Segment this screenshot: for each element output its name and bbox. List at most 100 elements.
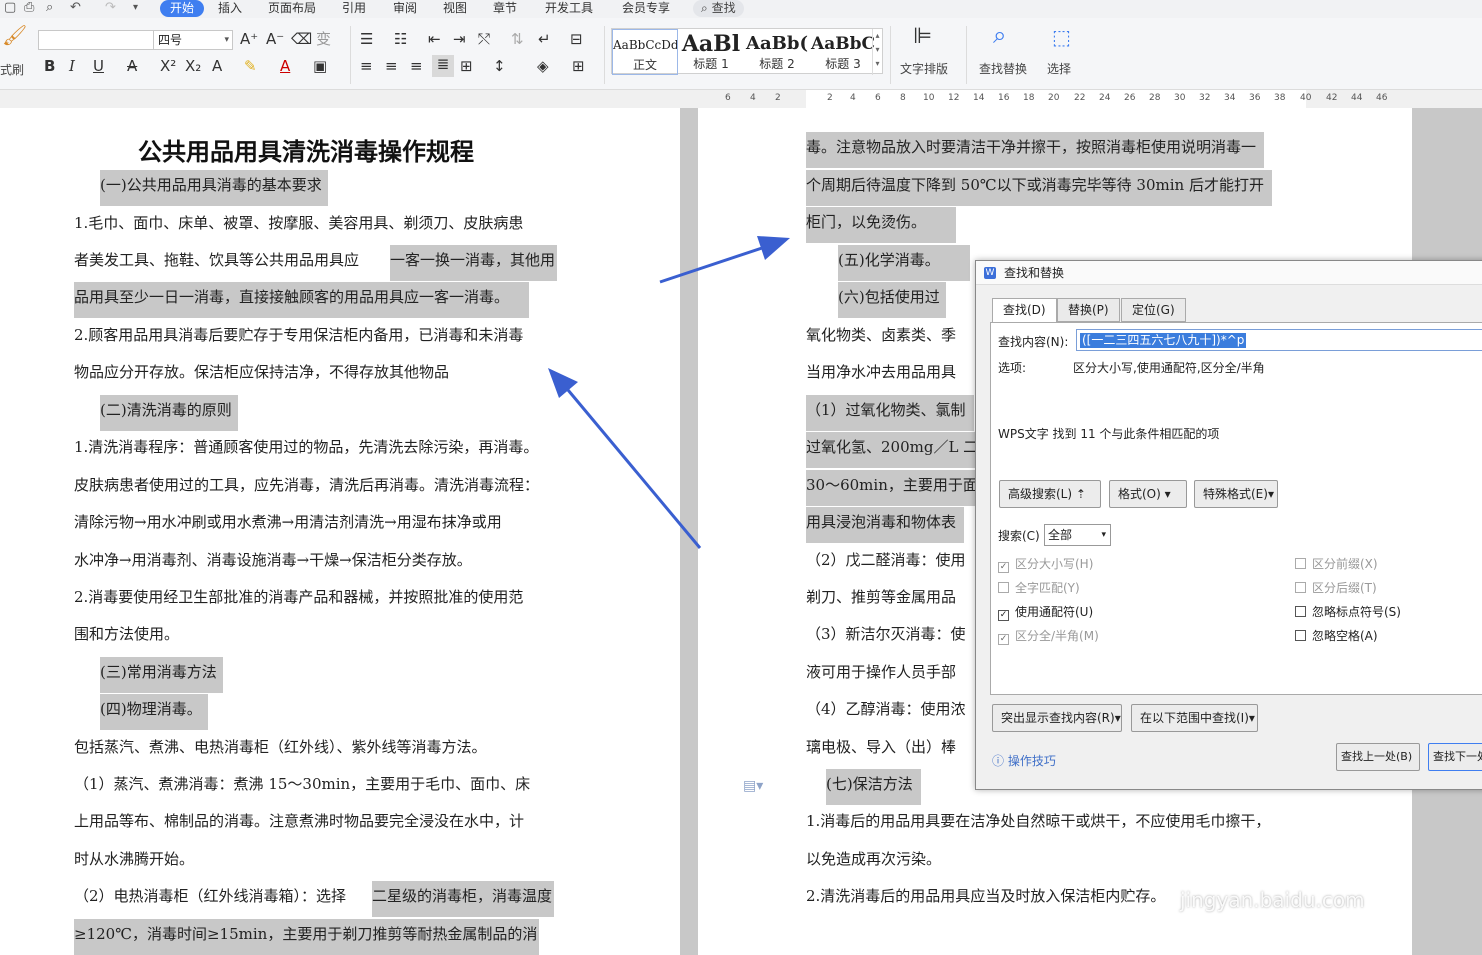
shrink-font-icon[interactable]: A⁻ <box>266 30 284 48</box>
sort-icon[interactable]: ⇅ <box>511 30 524 48</box>
paragraph-line: 剃刀、推剪等金属用品 <box>806 588 957 606</box>
style-normal[interactable]: AaBbCcDd 正文 <box>612 29 678 75</box>
tab-find[interactable]: 查找(D) <box>992 298 1057 323</box>
match-suffix-checkbox[interactable]: 区分后缀(T) <box>1295 581 1377 595</box>
align-right-icon[interactable]: ≡ <box>410 57 423 75</box>
redo-icon[interactable]: ↷ <box>105 0 116 16</box>
ruler-tick: 14 <box>973 93 985 103</box>
search-scope-select[interactable]: 全部 ▾ <box>1044 524 1111 546</box>
find-replace-icon[interactable]: ⌕ <box>993 23 1006 47</box>
style-label: 标题 1 <box>693 57 729 71</box>
shading-icon[interactable]: ◈ <box>537 57 549 75</box>
format-painter-label[interactable]: 式刷 <box>0 61 24 78</box>
quick-access-dropdown-icon[interactable]: ▾ <box>133 0 138 16</box>
document-page-left[interactable]: 公共用品用具清洗消毒操作规程 (一)公共用品用具消毒的基本要求 1.毛巾、面巾、… <box>0 108 680 955</box>
line-spacing-icon[interactable]: ↕ <box>493 57 506 75</box>
paragraph-line: 1.毛巾、面巾、床单、被罩、按摩服、美容用具、剃须刀、皮肤病患 <box>74 214 524 232</box>
style-gallery-scroll[interactable]: ▴ ▾ ▾ <box>872 29 882 75</box>
find-replace-label[interactable]: 查找替换 <box>979 60 1027 77</box>
italic-icon[interactable]: I <box>69 57 75 75</box>
tab-home[interactable]: 开始 <box>160 0 205 17</box>
align-center-icon[interactable]: ≡ <box>385 57 398 75</box>
tab-replace[interactable]: 替换(P) <box>1057 298 1120 322</box>
special-format-button[interactable]: 特殊格式(E)▾ <box>1194 480 1278 508</box>
bullets-icon[interactable]: ☰ <box>360 30 373 48</box>
highlight-results-button[interactable]: 突出显示查找内容(R)▾ <box>992 704 1122 732</box>
distributed-icon[interactable]: ⊞ <box>460 57 473 75</box>
format-button[interactable]: 格式(O) ▾ <box>1109 480 1187 508</box>
ruler-tick: 4 <box>750 93 756 103</box>
text-layout-label[interactable]: 文字排版 <box>900 60 948 77</box>
tab-page-layout[interactable]: 页面布局 <box>268 0 316 18</box>
match-case-checkbox[interactable]: ✓ 区分大小写(H) <box>998 557 1093 573</box>
find-previous-button[interactable]: 查找上一处(B) <box>1336 743 1420 771</box>
font-size-select[interactable]: 四号 ▾ <box>153 30 233 50</box>
find-input-value: ([一二三四五六七八九十])*^p <box>1080 333 1247 348</box>
strikethrough-icon[interactable]: A <box>127 57 137 75</box>
find-in-button[interactable]: 在以下范围中查找(I)▾ <box>1131 704 1258 732</box>
underline-icon[interactable]: U <box>93 57 104 75</box>
ignore-spaces-checkbox[interactable]: 忽略空格(A) <box>1295 629 1378 643</box>
print-preview-icon[interactable]: ⌕ <box>46 0 53 16</box>
clear-format-icon[interactable]: ⌫ <box>291 30 312 48</box>
highlight-icon[interactable]: ✎ <box>244 57 257 75</box>
print-icon[interactable]: ⎙ <box>24 0 34 16</box>
subscript-icon[interactable]: X₂ <box>185 57 201 75</box>
bold-icon[interactable]: B <box>44 57 55 75</box>
undo-icon[interactable]: ↶ <box>70 0 81 16</box>
ruler-tick: 2 <box>827 93 833 103</box>
chinese-layout-icon[interactable]: ⤲ <box>478 30 490 48</box>
select-label[interactable]: 选择 <box>1047 60 1071 77</box>
ruler-tick: 26 <box>1124 93 1136 103</box>
heading-line: (七)保洁方法 <box>826 769 921 805</box>
tips-label: 操作技巧 <box>1007 754 1056 768</box>
table-convert-icon[interactable]: ⊟ <box>570 30 583 48</box>
dialog-titlebar[interactable]: W 查找和替换 <box>976 261 1482 285</box>
horizontal-ruler[interactable]: 6 4 2 2 4 6 8 10 12 14 16 18 20 22 24 26… <box>0 90 1482 108</box>
font-name-select[interactable] <box>38 30 155 50</box>
advanced-search-button[interactable]: 高级搜索(L) ⇡ <box>999 480 1101 508</box>
checkbox-box <box>1295 606 1306 617</box>
match-prefix-checkbox[interactable]: 区分前缀(X) <box>1295 557 1378 571</box>
decrease-indent-icon[interactable]: ⇤ <box>428 30 441 48</box>
char-border-icon[interactable]: ▣ <box>313 57 327 75</box>
align-left-icon[interactable]: ≡ <box>360 57 373 75</box>
paragraph-marker-icon[interactable]: ▤▾ <box>743 778 763 794</box>
tab-view[interactable]: 视图 <box>443 0 467 18</box>
style-heading-1[interactable]: AaBl 标题 1 <box>678 29 744 75</box>
tab-goto[interactable]: 定位(G) <box>1121 298 1186 322</box>
tab-developer[interactable]: 开发工具 <box>545 0 593 18</box>
style-heading-2[interactable]: AaBb( 标题 2 <box>744 29 810 75</box>
grow-font-icon[interactable]: A⁺ <box>240 30 258 48</box>
use-wildcards-checkbox[interactable]: ✓ 使用通配符(U) <box>998 605 1093 621</box>
numbering-icon[interactable]: ☷ <box>394 30 407 48</box>
paragraph-line: 1.消毒后的用品用具要在洁净处自然晾干或烘干，不应使用毛巾擦干， <box>806 812 1271 830</box>
format-painter-icon[interactable]: 🖌 <box>2 25 27 45</box>
menubar: ▢ ⎙ ⌕ ↶ ↷ ▾ 开始 插入 页面布局 引用 审阅 视图 章节 开发工具 … <box>0 0 1482 18</box>
find-next-button[interactable]: 查找下一处 <box>1428 743 1482 771</box>
find-input[interactable]: ([一二三四五六七八九十])*^p <box>1076 329 1482 351</box>
tab-references[interactable]: 引用 <box>342 0 366 18</box>
style-heading-3[interactable]: AaBbC 标题 3 <box>810 29 876 75</box>
show-marks-icon[interactable]: ↵ <box>538 30 551 48</box>
search-command[interactable]: ⌕ 查找 <box>693 0 744 17</box>
tab-member[interactable]: 会员专享 <box>622 0 670 18</box>
save-icon[interactable]: ▢ <box>4 0 16 16</box>
text-layout-icon[interactable]: ⊫ <box>913 26 932 48</box>
select-icon[interactable]: ⬚ <box>1052 27 1071 47</box>
tab-review[interactable]: 审阅 <box>393 0 417 18</box>
text-effect-icon[interactable]: A <box>212 57 222 75</box>
ruler-tick: 10 <box>923 93 935 103</box>
tips-link[interactable]: ⓘ 操作技巧 <box>992 752 1056 769</box>
whole-word-checkbox[interactable]: 全字匹配(Y) <box>998 581 1080 595</box>
superscript-icon[interactable]: X² <box>160 57 176 75</box>
match-width-checkbox[interactable]: ✓ 区分全/半角(M) <box>998 629 1099 645</box>
ignore-punctuation-checkbox[interactable]: 忽略标点符号(S) <box>1295 605 1401 619</box>
phonetic-icon[interactable]: 变 <box>316 30 331 48</box>
tab-insert[interactable]: 插入 <box>218 0 242 18</box>
increase-indent-icon[interactable]: ⇥ <box>453 30 466 48</box>
borders-icon[interactable]: ⊞ <box>572 57 585 75</box>
justify-icon[interactable]: ≣ <box>432 55 454 77</box>
tab-chapter[interactable]: 章节 <box>493 0 517 18</box>
font-color-icon[interactable]: A <box>280 57 290 75</box>
